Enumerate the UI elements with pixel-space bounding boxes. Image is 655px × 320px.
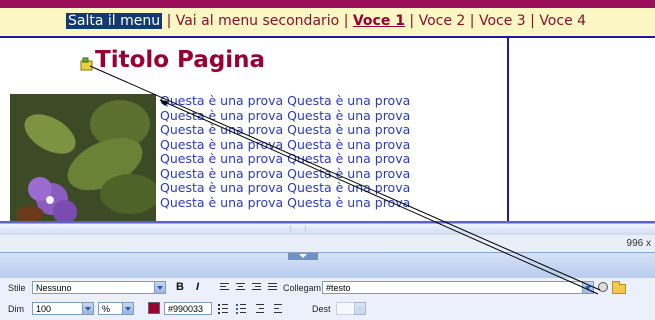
- text-line: Questa è una prova Questa è una prova: [160, 180, 411, 195]
- status-bar: 996 x: [0, 235, 655, 253]
- text-line: Questa è una prova Questa è una prova: [160, 194, 411, 210]
- content-text: Questa è una prova Questa è una prova Qu…: [160, 94, 505, 220]
- window-size-readout: 996 x: [626, 238, 651, 249]
- text-line: Questa è una prova Questa è una prova: [160, 122, 411, 137]
- nav-skip-link[interactable]: Salta il menu: [66, 13, 163, 29]
- dropdown-arrow-icon[interactable]: [582, 281, 594, 294]
- align-center-icon[interactable]: [236, 283, 245, 292]
- dropdown-arrow-icon[interactable]: [154, 281, 166, 294]
- target-label: Dest: [312, 304, 331, 314]
- cursor-marker-icon[interactable]: [80, 57, 94, 71]
- column-divider: [507, 38, 509, 223]
- text-line: Questa è una prova Questa è una prova: [160, 165, 411, 181]
- nav-voce-3-link[interactable]: Voce 3: [479, 13, 526, 29]
- nav-voce-2-link[interactable]: Voce 2: [419, 13, 466, 29]
- collapse-panel-button[interactable]: [288, 253, 318, 260]
- nav-voce-1-link[interactable]: Voce 1: [353, 13, 405, 29]
- nav-bar: Salta il menu | Vai al menu secondario |…: [0, 8, 655, 36]
- dropdown-arrow-icon[interactable]: [122, 302, 134, 315]
- text-line: Questa è una prova Questa è una prova: [160, 107, 411, 123]
- link-input[interactable]: #testo: [322, 281, 594, 294]
- nav-separator: |: [343, 13, 349, 29]
- unordered-list-icon[interactable]: [218, 304, 228, 314]
- dropdown-arrow-icon[interactable]: [354, 302, 366, 315]
- bold-button[interactable]: B: [176, 281, 184, 293]
- list-indent-toolbar: [218, 304, 282, 314]
- browse-folder-icon[interactable]: [612, 281, 626, 294]
- ordered-list-icon[interactable]: [236, 304, 246, 314]
- color-swatch[interactable]: [148, 302, 160, 314]
- nav-border: [0, 36, 655, 38]
- splitter-grip[interactable]: [290, 226, 306, 231]
- outdent-icon[interactable]: [256, 304, 264, 313]
- properties-panel-header: [0, 252, 655, 279]
- nav-items: Salta il menu | Vai al menu secondario |…: [66, 13, 586, 29]
- nav-separator: |: [469, 13, 475, 29]
- align-left-icon[interactable]: [220, 283, 229, 292]
- page-title: Titolo Pagina: [95, 47, 266, 73]
- style-label: Stile: [8, 283, 26, 293]
- italic-button[interactable]: I: [196, 281, 199, 293]
- nav-separator: |: [530, 13, 535, 29]
- style-select[interactable]: Nessuno: [32, 281, 166, 294]
- nav-separator: |: [166, 13, 172, 29]
- size-label: Dim: [8, 304, 24, 314]
- dropdown-arrow-icon[interactable]: [82, 302, 94, 315]
- link-label: Collegam: [283, 283, 322, 293]
- align-right-icon[interactable]: [252, 283, 261, 292]
- color-input[interactable]: #990033: [164, 302, 212, 315]
- point-to-file-icon[interactable]: [598, 282, 608, 292]
- text-line: Questa è una prova Questa è una prova: [160, 136, 411, 152]
- nav-separator: |: [409, 13, 415, 29]
- flower-image: [10, 94, 156, 221]
- align-justify-icon[interactable]: [268, 283, 277, 292]
- nav-voce-4-link[interactable]: Voce 4: [539, 13, 586, 29]
- nav-secondary-link[interactable]: Vai al menu secondario: [176, 13, 340, 29]
- text-line: Questa è una prova Questa è una prova: [160, 94, 411, 108]
- indent-icon[interactable]: [274, 304, 282, 313]
- text-line: Questa è una prova Questa è una prova: [160, 151, 411, 166]
- top-strip: [0, 0, 655, 8]
- properties-panel: Stile Nessuno B I Collegam #testo Dim 10…: [0, 278, 655, 320]
